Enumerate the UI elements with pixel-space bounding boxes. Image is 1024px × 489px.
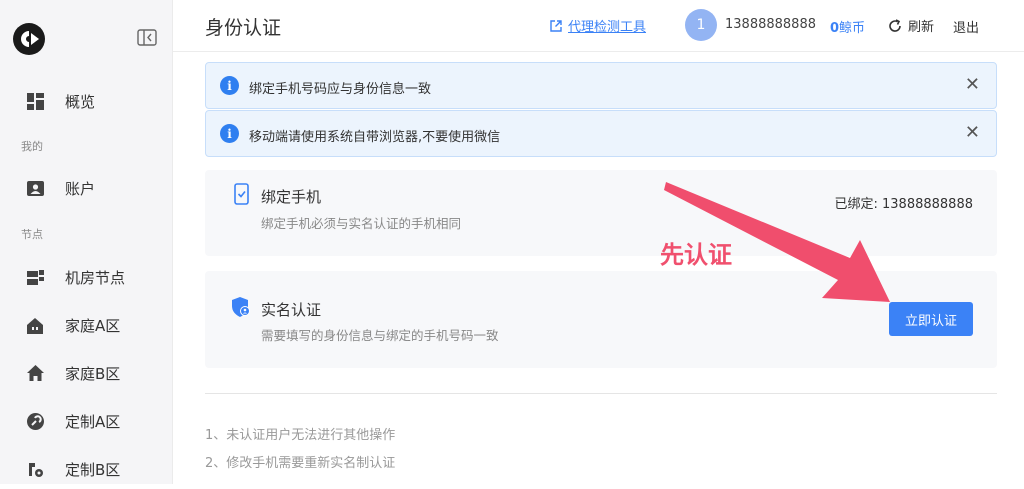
refresh-icon: [889, 18, 901, 32]
server-icon: [26, 268, 44, 286]
real-name-desc: 需要填写的身份信息与绑定的手机号码一致: [261, 328, 499, 343]
nav-group-mine: 我的: [21, 140, 43, 153]
sidebar-item-home-a[interactable]: 家庭A区: [0, 305, 173, 345]
custom-b-icon: [26, 460, 44, 478]
avatar[interactable]: 1: [685, 9, 717, 41]
sidebar-item-account[interactable]: 账户: [0, 168, 173, 208]
alert-browser: i 移动端请使用系统自带浏览器,不要使用微信 ✕: [205, 110, 997, 157]
custom-a-icon: [26, 412, 44, 430]
proxy-check-link[interactable]: 代理检测工具: [550, 16, 646, 35]
sidebar-item-label: 机房节点: [65, 268, 126, 287]
alert-phone-match: i 绑定手机号码应与身份信息一致 ✕: [205, 62, 997, 109]
sidebar-item-overview[interactable]: 概览: [0, 81, 173, 121]
refresh-button[interactable]: 刷新: [888, 16, 934, 35]
sidebar-item-label: 定制A区: [65, 412, 121, 431]
close-icon[interactable]: ✕: [965, 122, 980, 143]
sidebar-item-label: 账户: [65, 179, 96, 198]
sidebar-item-label: 概览: [65, 92, 96, 111]
bind-phone-title: 绑定手机: [261, 188, 322, 206]
logout-button[interactable]: 退出: [953, 17, 979, 36]
sidebar-item-label: 家庭A区: [65, 316, 121, 335]
coin-balance: 0鲸币: [830, 17, 865, 36]
sidebar-item-custom-a[interactable]: 定制A区: [0, 401, 173, 441]
note-item: 1、未认证用户无法进行其他操作: [205, 428, 396, 443]
home-b-icon: [26, 364, 44, 382]
annotation-label: 先认证: [660, 241, 732, 269]
account-icon: [26, 179, 44, 197]
coin-unit: 鲸币: [839, 21, 866, 36]
note-item: 2、修改手机需要重新实名制认证: [205, 456, 396, 471]
refresh-label: 刷新: [908, 20, 935, 35]
shield-user-icon: [232, 297, 250, 317]
info-icon: i: [220, 124, 239, 143]
sidebar-item-label: 家庭B区: [65, 364, 121, 383]
logo-icon[interactable]: [13, 23, 45, 55]
close-icon[interactable]: ✕: [965, 74, 980, 95]
sidebar-item-custom-b[interactable]: 定制B区: [0, 449, 173, 489]
page-title: 身份认证: [205, 17, 282, 39]
home-a-icon: [26, 316, 44, 334]
alert-text: 绑定手机号码应与身份信息一致: [249, 82, 432, 97]
external-link-icon: [550, 19, 562, 32]
header: 身份认证 代理检测工具 1 13888888888 0鲸币 刷新 退出: [173, 0, 1024, 52]
info-icon: i: [220, 76, 239, 95]
sidebar-item-home-b[interactable]: 家庭B区: [0, 353, 173, 393]
proxy-check-label: 代理检测工具: [568, 20, 647, 35]
phone-check-icon: [234, 183, 249, 205]
user-phone: 13888888888: [725, 17, 816, 32]
sidebar: 概览 我的 账户 节点 机房节点 家庭A区 家庭B区 定制A区 定制B区: [0, 0, 173, 484]
divider: [205, 393, 997, 394]
sidebar-item-datacenter[interactable]: 机房节点: [0, 257, 173, 297]
bind-phone-desc: 绑定手机必须与实名认证的手机相同: [261, 216, 462, 231]
collapse-sidebar-icon[interactable]: [137, 29, 157, 46]
coin-value: 0: [830, 21, 840, 36]
dashboard-icon: [26, 92, 44, 110]
sidebar-item-label: 定制B区: [65, 460, 121, 479]
real-name-title: 实名认证: [261, 301, 322, 319]
alert-text: 移动端请使用系统自带浏览器,不要使用微信: [249, 130, 501, 145]
nav-group-nodes: 节点: [21, 228, 43, 241]
